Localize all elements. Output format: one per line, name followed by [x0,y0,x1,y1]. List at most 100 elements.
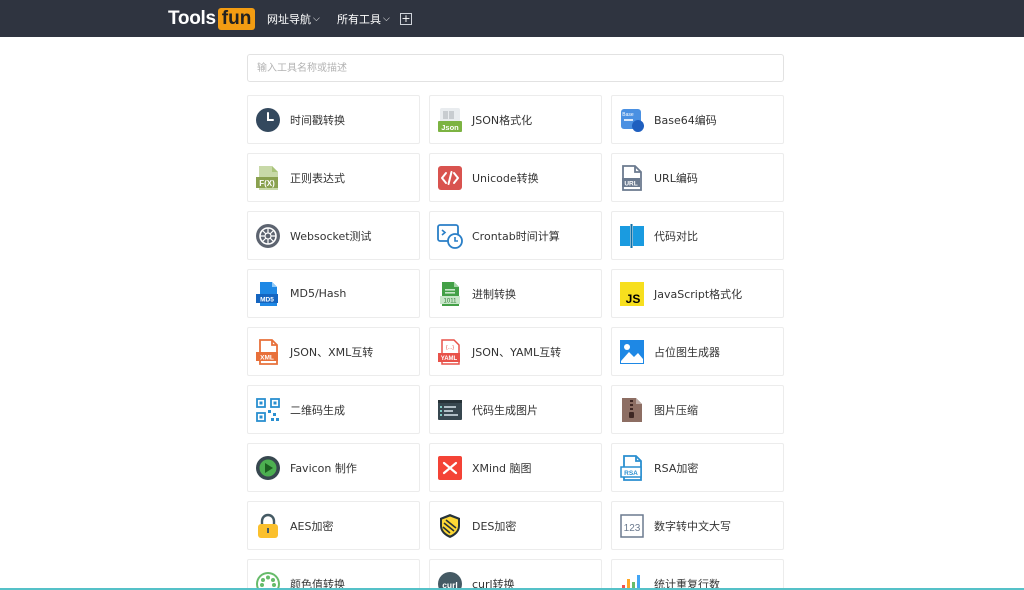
tool-card-label: JSON、XML互转 [290,345,374,359]
nav-site-directory-label: 网址导航 [267,12,311,26]
tool-card-label: 代码对比 [654,229,698,243]
tool-card-label: JavaScript格式化 [654,287,743,301]
crontab-terminal-icon [437,223,463,249]
tool-card-number-chinese[interactable]: 123 数字转中文大写 [611,501,784,550]
yaml-file-icon: {...} YAML [437,338,463,365]
tool-card-color-convert[interactable]: 颜色值转换 [247,559,420,590]
json-icon-text: Json [441,123,459,132]
json-file-icon: Json [437,107,463,133]
tool-card-label: XMind 脑图 [472,461,532,475]
xmind-icon [437,455,463,481]
xml-icon-text: XML [260,354,274,361]
base64-icon: Base [619,107,645,133]
tool-card-crontab[interactable]: Crontab时间计算 [429,211,602,260]
tool-card-count-lines[interactable]: 统计重复行数 [611,559,784,590]
tool-card-label: Base64编码 [654,113,717,127]
tool-card-des[interactable]: DES加密 [429,501,602,550]
yaml-brace-text: {...} [446,345,454,351]
yaml-icon-text: YAML [441,356,458,362]
tool-grid: 时间戳转换 Json JSON格式化 Base Base64编码 F(X) 正则… [247,95,784,590]
tool-card-label: Crontab时间计算 [472,229,560,243]
md5-icon-text: MD5 [260,296,274,303]
tool-card-label: DES加密 [472,519,517,533]
tool-card-label: Unicode转换 [472,171,539,185]
tool-card-md5-hash[interactable]: MD5 MD5/Hash [247,269,420,318]
tool-card-label: 图片压缩 [654,403,698,417]
nav-site-directory[interactable]: 网址导航 ⌵ [267,0,320,37]
code-brackets-icon [437,165,463,191]
tool-card-xmind[interactable]: XMind 脑图 [429,443,602,492]
tool-card-label: JSON、YAML互转 [472,345,562,359]
image-placeholder-icon [619,339,645,365]
site-logo[interactable]: Tools fun [168,8,256,30]
tool-search-input[interactable] [247,54,784,82]
code-image-icon [437,397,463,423]
logo-text-tools: Tools [168,8,216,29]
tool-card-code-image[interactable]: 代码生成图片 [429,385,602,434]
xml-file-icon: XML [255,338,281,365]
number-icon-text: 123 [624,523,641,534]
tool-card-label: 代码生成图片 [472,403,538,417]
chevron-down-icon: ⌵ [383,13,390,24]
nav-all-tools-label: 所有工具 [337,12,381,26]
tool-card-rsa[interactable]: RSA RSA加密 [611,443,784,492]
tool-card-label: AES加密 [290,519,334,533]
favicon-icon [255,455,281,481]
tool-card-curl[interactable]: curl curl转换 [429,559,602,590]
tool-card-label: RSA加密 [654,461,699,475]
tool-card-websocket[interactable]: Websocket测试 [247,211,420,260]
tool-card-label: JSON格式化 [472,113,533,127]
tool-card-aes[interactable]: AES加密 [247,501,420,550]
chevron-down-icon: ⌵ [313,13,320,24]
tool-card-json-format[interactable]: Json JSON格式化 [429,95,602,144]
tool-card-placeholder-image[interactable]: 占位图生成器 [611,327,784,376]
des-shield-icon [437,513,463,539]
tool-card-favicon[interactable]: Favicon 制作 [247,443,420,492]
tool-card-label: 正则表达式 [290,171,345,185]
tool-card-label: 占位图生成器 [654,345,720,359]
fx-icon-text: F(X) [259,179,275,188]
zip-archive-icon [619,397,645,423]
js-icon-text: JS [626,292,641,306]
top-navbar: Tools fun 网址导航 ⌵ 所有工具 ⌵ + [0,0,1024,37]
javascript-icon: JS [619,281,645,307]
tool-card-label: Favicon 制作 [290,461,357,475]
tool-card-label: 数字转中文大写 [654,519,731,533]
rsa-file-icon: RSA [619,454,645,481]
url-icon-text: URL [624,180,637,187]
clock-icon [255,107,281,133]
tool-card-timestamp[interactable]: 时间戳转换 [247,95,420,144]
tool-card-unicode[interactable]: Unicode转换 [429,153,602,202]
tool-card-label: 时间戳转换 [290,113,345,127]
tool-card-label: 进制转换 [472,287,516,301]
websocket-icon [255,223,281,249]
tool-card-base64[interactable]: Base Base64编码 [611,95,784,144]
tool-card-code-compare[interactable]: 代码对比 [611,211,784,260]
rsa-icon-text: RSA [624,470,638,477]
add-button[interactable]: + [400,13,412,25]
logo-text-fun: fun [217,8,256,30]
tool-card-json-xml[interactable]: XML JSON、XML互转 [247,327,420,376]
number-123-icon: 123 [619,513,645,539]
tool-card-label: URL编码 [654,171,698,185]
qrcode-icon [255,397,281,423]
tool-card-json-yaml[interactable]: {...} YAML JSON、YAML互转 [429,327,602,376]
nav-all-tools[interactable]: 所有工具 ⌵ [337,0,390,37]
code-compare-icon [619,223,645,249]
tool-card-javascript-format[interactable]: JS JavaScript格式化 [611,269,784,318]
tool-card-url-encode[interactable]: URL URL编码 [611,153,784,202]
tool-card-label: Websocket测试 [290,229,372,243]
tool-card-qrcode[interactable]: 二维码生成 [247,385,420,434]
tool-card-base-convert[interactable]: 1011 进制转换 [429,269,602,318]
url-file-icon: URL [619,164,645,191]
md5-file-icon: MD5 [255,281,281,307]
binary-icon-text: 1011 [444,298,458,304]
padlock-icon [255,513,281,539]
binary-file-icon: 1011 [437,281,463,307]
tool-card-label: 二维码生成 [290,403,345,417]
base64-icon-text: Base [622,112,634,118]
tool-card-regex[interactable]: F(X) 正则表达式 [247,153,420,202]
regex-fx-icon: F(X) [255,165,281,191]
tool-card-label: MD5/Hash [290,287,347,300]
tool-card-image-compress[interactable]: 图片压缩 [611,385,784,434]
